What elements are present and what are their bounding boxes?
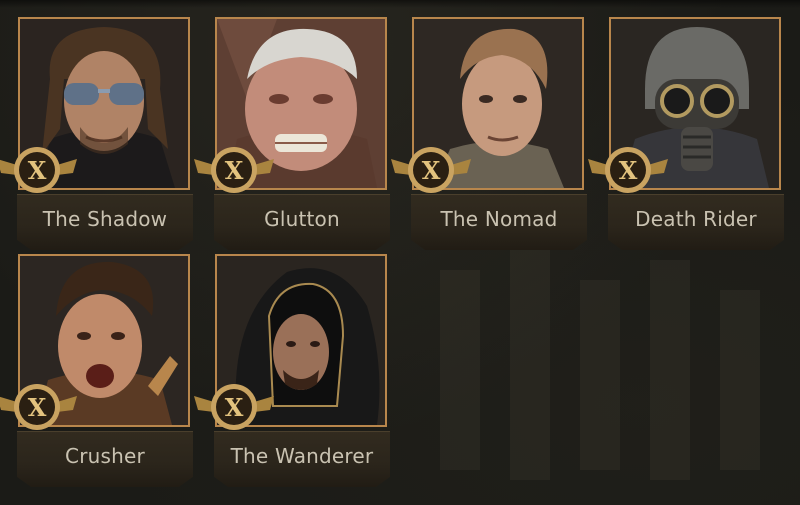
hero-name: Glutton [264,207,340,231]
hero-card-the-wanderer[interactable]: X The Wanderer [194,254,390,487]
rank-letter: X [619,156,638,185]
hero-name: Death Rider [635,207,757,231]
hero-name: The Wanderer [230,444,374,468]
hero-card-death-rider[interactable]: X Death Rider [588,17,784,250]
rank-x-badge: X [194,147,274,193]
rank-x-badge: X [391,147,471,193]
rank-letter: X [225,156,244,185]
hero-card-the-shadow[interactable]: X The Shadow [0,17,193,250]
rank-letter: X [422,156,441,185]
rank-letter: X [225,393,244,422]
hero-card-glutton[interactable]: X Glutton [194,17,390,250]
hero-card-the-nomad[interactable]: X The Nomad [391,17,587,250]
background-emblem-watermark [440,250,760,480]
hero-name: The Shadow [42,207,168,231]
hero-card-crusher[interactable]: X Crusher [0,254,193,487]
rank-letter: X [28,393,47,422]
rank-letter: X [28,156,47,185]
hero-name: The Nomad [440,207,558,231]
hero-collection-screen: X The Shadow X Glutton X The Nomad X Dea… [0,0,800,505]
hero-name: Crusher [65,444,145,468]
rank-x-badge: X [0,147,77,193]
rank-x-badge: X [0,384,77,430]
rank-x-badge: X [194,384,274,430]
top-shadow [0,0,800,8]
rank-x-badge: X [588,147,668,193]
